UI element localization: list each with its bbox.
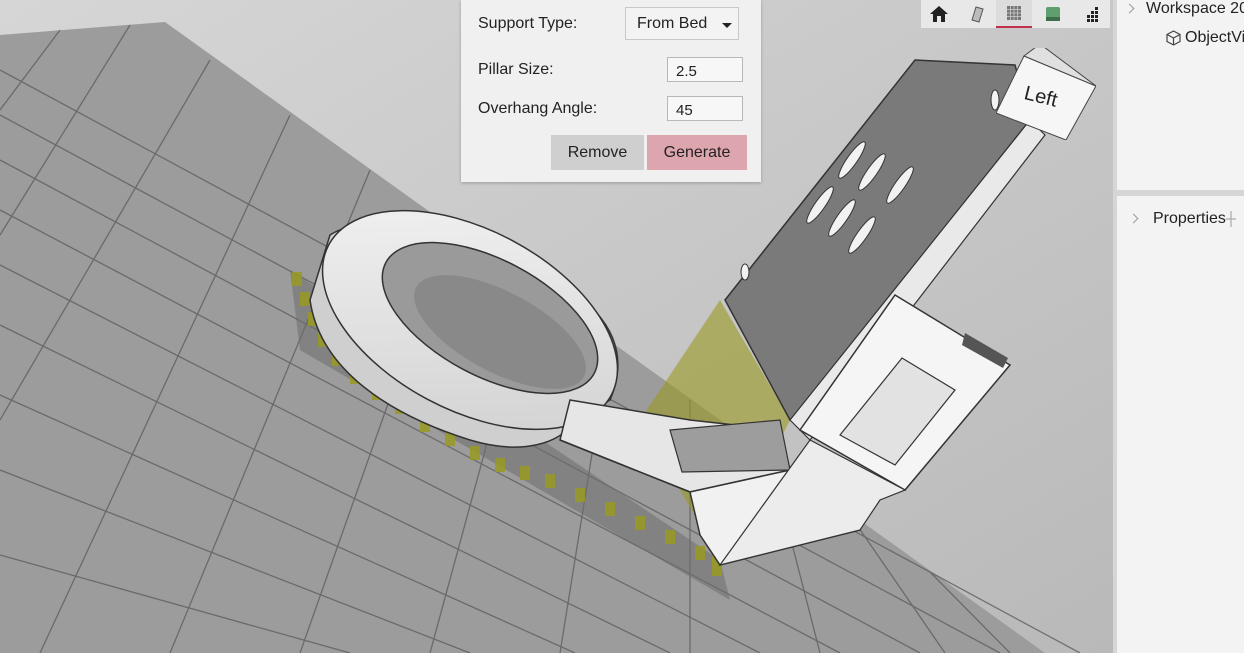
supports-icon <box>1087 7 1098 22</box>
home-button[interactable] <box>921 0 957 28</box>
support-type-label: Support Type: <box>478 15 578 32</box>
object-cube-icon <box>1166 30 1181 46</box>
supports-button[interactable] <box>1074 0 1110 28</box>
overhang-angle-input[interactable] <box>667 96 743 121</box>
bed-icon <box>1046 7 1060 21</box>
chevron-down-icon <box>722 23 732 28</box>
vertical-splitter[interactable] <box>1113 0 1117 653</box>
remove-button[interactable]: Remove <box>551 135 644 170</box>
home-icon <box>930 6 948 22</box>
grid-icon <box>1007 6 1021 20</box>
pin-icon[interactable] <box>1225 211 1237 227</box>
pillar-size-label: Pillar Size: <box>478 61 554 78</box>
tree-item-object[interactable]: ObjectVi <box>1185 29 1244 47</box>
bed-button[interactable] <box>1035 0 1071 28</box>
view-toolbar <box>921 0 1110 28</box>
generate-button[interactable]: Generate <box>647 135 747 170</box>
properties-header[interactable]: Properties <box>1153 210 1226 228</box>
horizontal-splitter[interactable] <box>1117 190 1244 196</box>
overhang-angle-label: Overhang Angle: <box>478 100 598 117</box>
pillar-size-input[interactable] <box>667 57 743 82</box>
properties-expand-chevron-icon[interactable] <box>1128 213 1139 224</box>
view-cube-button[interactable] <box>959 0 995 28</box>
tree-item-workspace[interactable]: Workspace 20 <box>1146 0 1244 18</box>
support-panel: Support Type: From Bed Pillar Size: Over… <box>461 0 761 182</box>
properties-label: Properties <box>1153 210 1226 227</box>
right-panel: Workspace 20 ObjectVi Properties <box>1113 0 1244 653</box>
grid-button[interactable] <box>996 0 1032 28</box>
view-cube-icon <box>971 6 984 23</box>
workspace-expand-chevron-icon[interactable] <box>1124 3 1135 14</box>
view-cube[interactable]: Left <box>996 48 1096 140</box>
support-type-value: From Bed <box>637 15 708 32</box>
support-type-select[interactable]: From Bed <box>625 7 739 40</box>
